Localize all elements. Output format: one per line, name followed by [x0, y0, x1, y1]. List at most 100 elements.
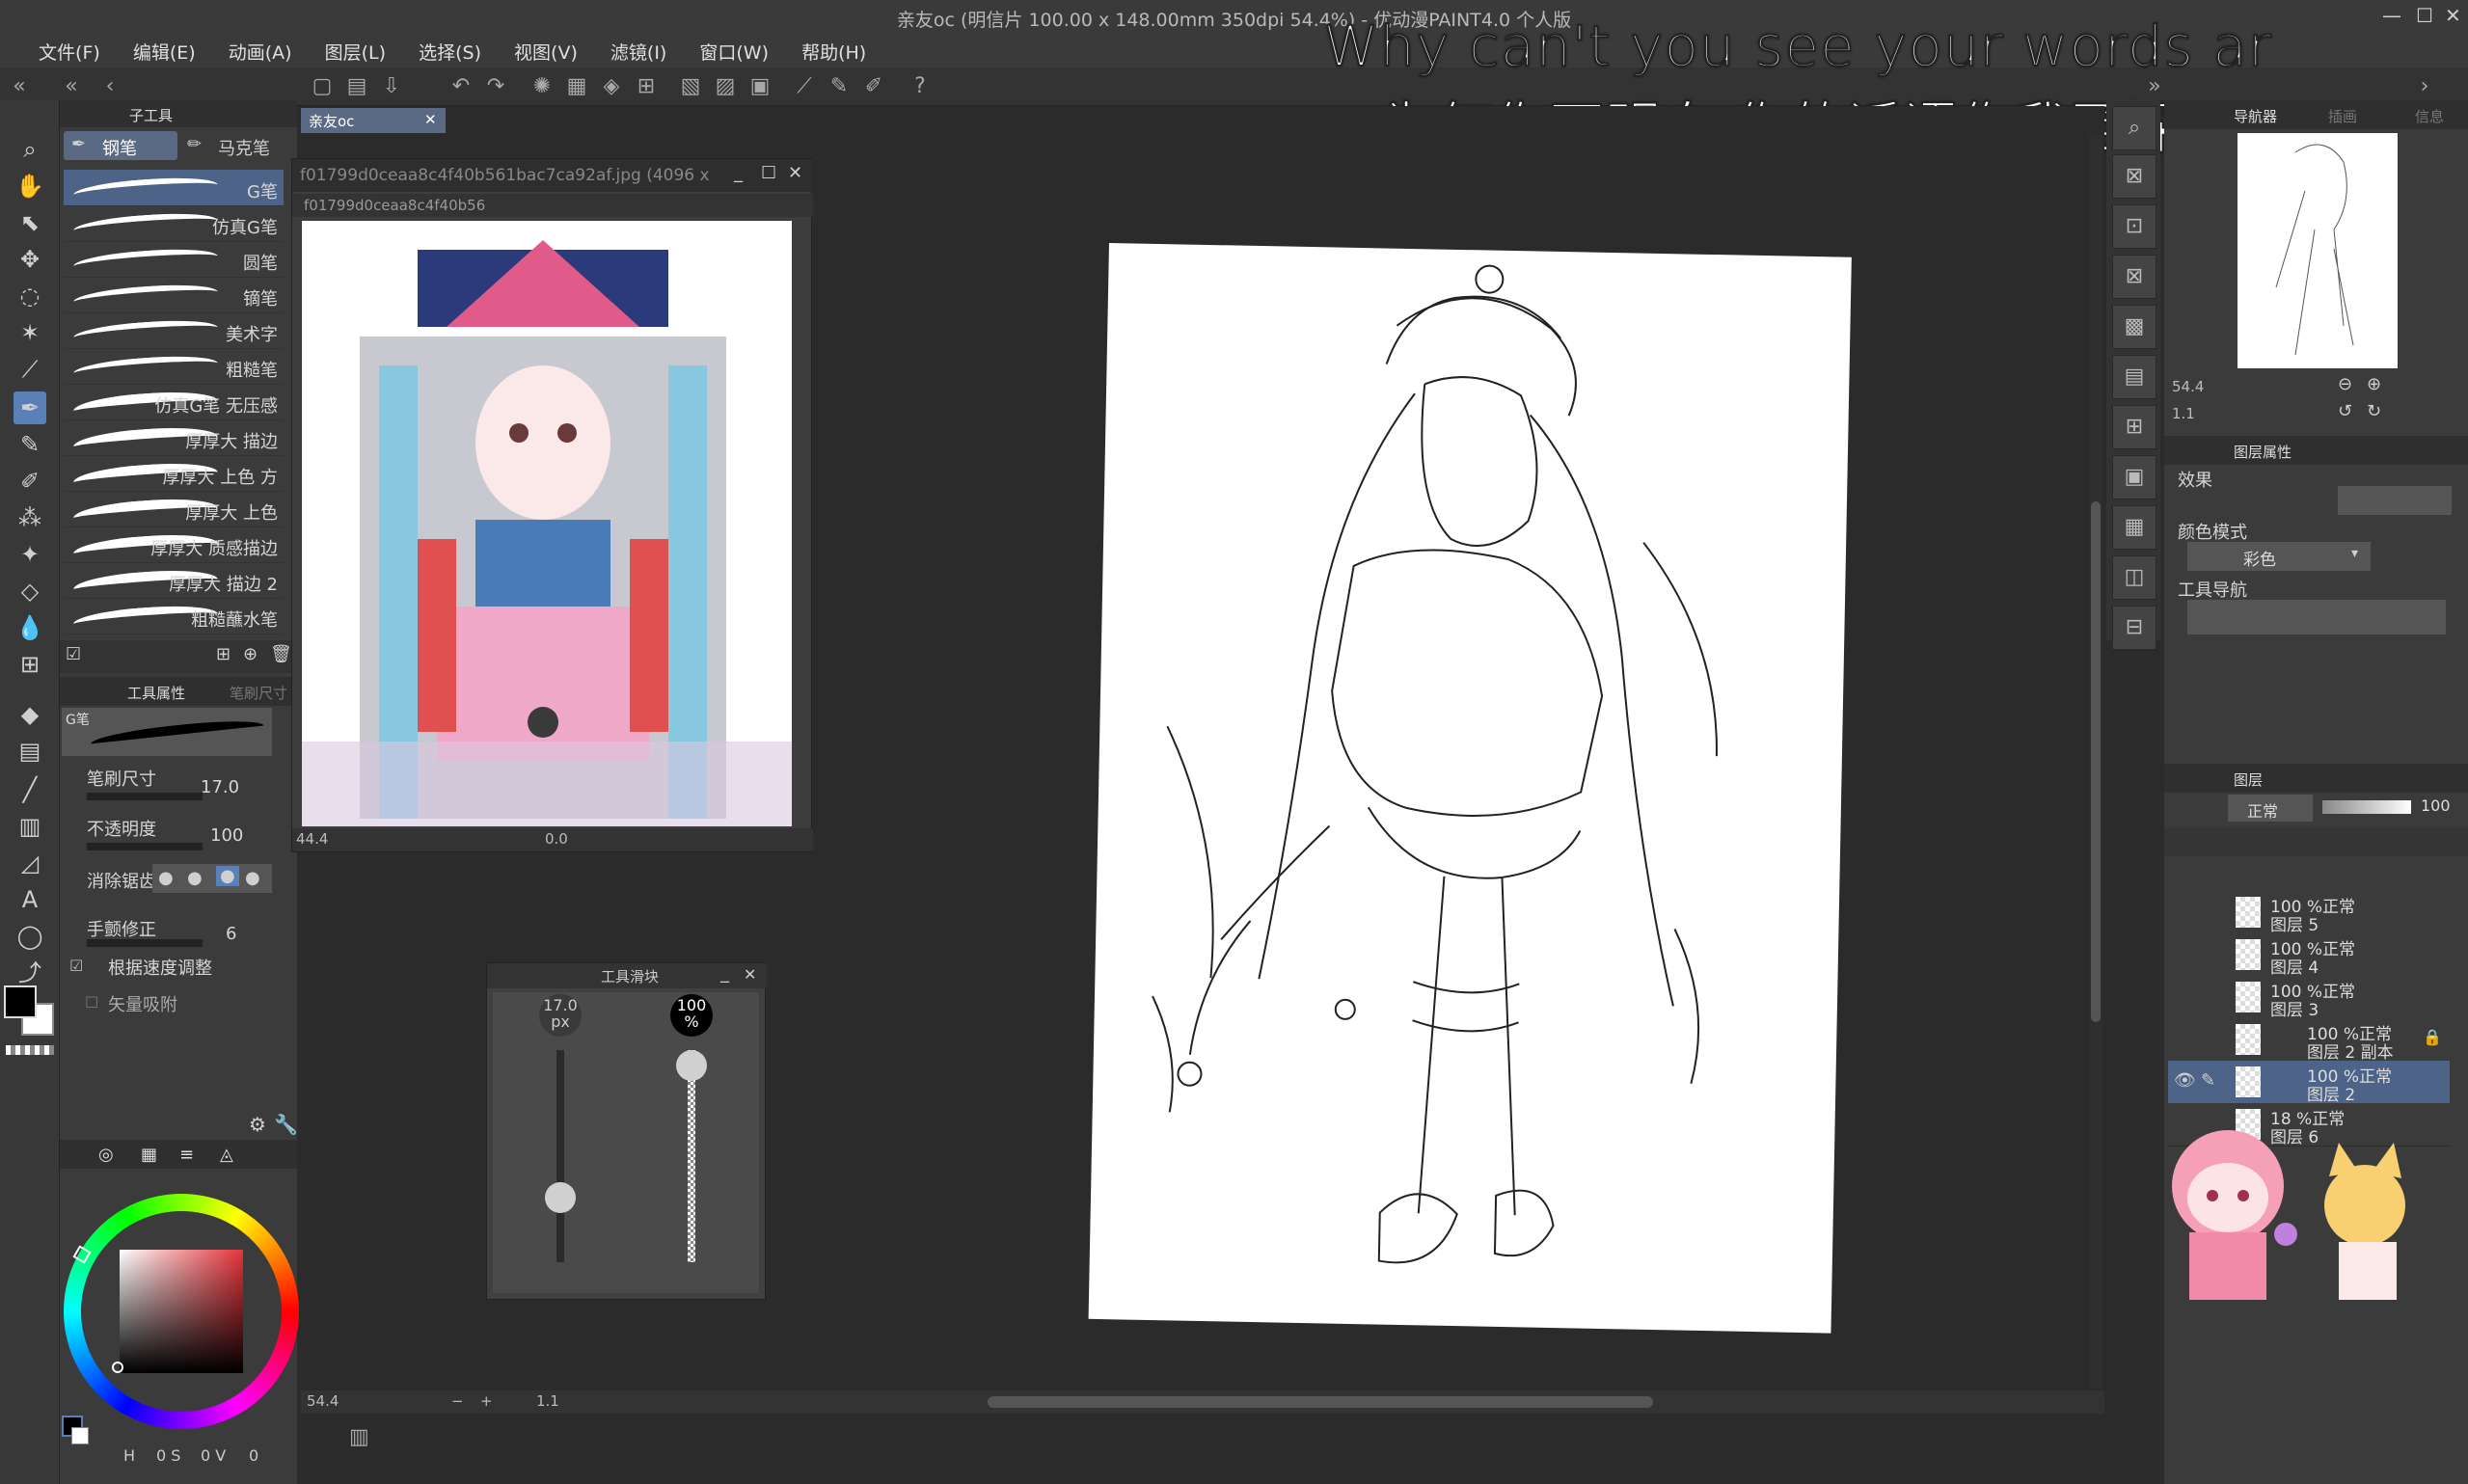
menu-animation[interactable]: 动画(A) [215, 35, 306, 65]
trash-icon[interactable]: 🗑 [270, 644, 292, 664]
clear-icon[interactable]: ▦ [563, 73, 590, 100]
open-folder-icon[interactable]: ▤ [343, 73, 370, 100]
sv-marker[interactable] [112, 1362, 123, 1373]
zoom-out-icon[interactable]: − [451, 1392, 464, 1410]
chevron-right-icon[interactable]: › [2411, 73, 2438, 100]
main-color-swatch[interactable] [4, 985, 37, 1018]
brush-item[interactable]: 仿真G笔 无压感 [64, 384, 284, 424]
history-tab-icon[interactable]: ◬ [220, 1145, 233, 1165]
gradient-icon[interactable]: ▤ [14, 735, 46, 768]
brush-size-value[interactable]: 17.0 [201, 777, 239, 797]
tab-layer-property[interactable]: 图层属性 [2234, 442, 2292, 462]
layer-row[interactable]: 100 %正常 图层 3 [2168, 976, 2450, 1020]
transform-icon[interactable]: ⊞ [633, 73, 660, 100]
add-subtool-icon[interactable]: ⊕ [243, 644, 258, 664]
sub-color-mini[interactable] [71, 1427, 89, 1444]
close-tab-icon[interactable]: ✕ [424, 111, 437, 128]
timeline-icon[interactable]: ▥ [349, 1425, 369, 1449]
tab-navigator[interactable]: 导航器 [2234, 106, 2277, 126]
color-set-tab-icon[interactable]: ▦ [141, 1145, 157, 1165]
search-icon[interactable]: ⌕ [2112, 106, 2156, 150]
opacity-slider[interactable] [87, 843, 203, 850]
redo-icon[interactable]: ↷ [482, 73, 509, 100]
close-button[interactable]: ✕ [2445, 4, 2461, 27]
tab-layers[interactable]: 图层 [2234, 769, 2263, 790]
layer-row[interactable]: 100 %正常 图层 5 [2168, 891, 2450, 935]
menu-edit[interactable]: 编辑(E) [120, 35, 209, 65]
eye-icon[interactable]: 👁 [2174, 1070, 2196, 1091]
wrench-icon[interactable]: 🔧 [274, 1113, 298, 1136]
brush-item[interactable]: 厚厚大 描边 2 [64, 562, 284, 603]
tab-tool-property[interactable]: 工具属性 [127, 683, 185, 703]
brush-item[interactable]: 圆笔 [64, 241, 284, 278]
help-icon[interactable]: ? [907, 73, 934, 100]
tab-info[interactable]: 信息 [2415, 106, 2444, 126]
move-tool-icon[interactable]: ✥ [14, 243, 46, 276]
color-mode-select[interactable]: 彩色 ▾ [2187, 542, 2371, 571]
brush-item[interactable]: 厚厚大 上色 [64, 491, 284, 531]
minimize-icon[interactable]: _ [720, 963, 729, 984]
correct-line-icon[interactable]: ⤴ [14, 957, 46, 989]
settings-icon[interactable]: ☑ [66, 644, 81, 664]
lock-icon[interactable]: 🔒 [2423, 1028, 2442, 1046]
settings-icon[interactable]: ⚙ [249, 1113, 266, 1136]
material-icon-4[interactable]: ▩ [2112, 305, 2156, 349]
navigator-zoom[interactable]: 54.4 [2172, 378, 2204, 395]
brush-item[interactable]: 粗糙蘸水笔 [64, 598, 284, 636]
color-square[interactable] [120, 1250, 243, 1373]
airbrush-icon[interactable]: ⁂ [14, 501, 46, 534]
vertical-scrollbar[interactable] [2091, 501, 2101, 1022]
layer-row-selected[interactable]: 👁 ✎ 100 %正常 图层 2 [2168, 1061, 2450, 1105]
document-tab[interactable]: 亲友oc ✕ [301, 108, 446, 133]
blend-tool-icon[interactable]: 💧 [14, 611, 46, 644]
menu-filter[interactable]: 滤镜(I) [597, 35, 680, 65]
menu-layer[interactable]: 图层(L) [312, 35, 399, 65]
text-tool-icon[interactable]: A [14, 883, 46, 916]
material-icon-5[interactable]: ▤ [2112, 355, 2156, 399]
tab-pen[interactable]: ✒ 钢笔 [64, 131, 177, 160]
balloon-tool-icon[interactable]: ◯ [14, 920, 46, 953]
close-icon[interactable]: ✕ [788, 163, 802, 183]
tab-illustration[interactable]: 插画 [2328, 106, 2357, 126]
antialias-selector[interactable]: ● ● ● ● [152, 864, 272, 893]
hand-tool-icon[interactable]: ✋ [14, 170, 46, 202]
collapse-left-icon[interactable]: « [6, 73, 33, 100]
brush-size-slider[interactable] [87, 793, 203, 800]
navigator-preview[interactable] [2237, 133, 2398, 368]
fill-icon[interactable]: ◈ [598, 73, 625, 100]
brush-item[interactable]: G笔 [64, 170, 284, 206]
layer-opacity-value[interactable]: 100 [2421, 796, 2451, 815]
canvas-angle[interactable]: 1.1 [536, 1392, 559, 1410]
material-icon-10[interactable]: ⊟ [2112, 606, 2156, 650]
blend-mode-select[interactable]: 正常 [2228, 795, 2313, 822]
copy-subtool-icon[interactable]: ⊞ [216, 644, 231, 664]
menu-select[interactable]: 选择(S) [405, 35, 495, 65]
brush-item[interactable]: 仿真G笔 [64, 205, 284, 242]
fill-tool-icon[interactable]: ◆ [14, 698, 46, 731]
ruler-icon[interactable]: ⟋ [791, 73, 818, 100]
zoom-tool-icon[interactable]: ⌕ [14, 133, 46, 166]
drawing-page[interactable] [1088, 243, 1852, 1334]
material-icon[interactable]: ⊠ [2112, 154, 2156, 199]
line-tool-icon[interactable]: ╱ [14, 773, 46, 806]
brush-item[interactable]: 厚厚大 质感描边 [64, 526, 284, 567]
minimize-button[interactable]: — [2382, 4, 2401, 27]
color-slider-tab-icon[interactable]: ≡ [179, 1145, 194, 1165]
reference-angle[interactable]: 0.0 [545, 830, 568, 848]
zoom-out-icon[interactable]: ⊖ [2338, 374, 2352, 394]
rotate-left-icon[interactable]: ↺ [2338, 401, 2352, 421]
new-file-icon[interactable]: ▢ [309, 73, 336, 100]
stabilization-slider[interactable] [87, 939, 203, 947]
opacity-slider-knob[interactable] [676, 1050, 707, 1081]
brush-item[interactable]: 厚厚大 上色 方 [64, 455, 284, 496]
tab-marker[interactable]: ✏ 马克笔 [179, 131, 293, 160]
frame-tool-icon[interactable]: ▥ [14, 810, 46, 843]
magic-wand-icon[interactable]: ✶ [14, 316, 46, 349]
material-icon-6[interactable]: ⊞ [2112, 405, 2156, 449]
horizontal-scrollbar[interactable] [988, 1396, 1653, 1408]
operation-tool-icon[interactable]: ⬉ [14, 206, 46, 239]
maximize-button[interactable]: ☐ [2416, 4, 2433, 27]
lasso-tool-icon[interactable]: ◌ [14, 280, 46, 312]
deselect-icon[interactable]: ▧ [677, 73, 704, 100]
tool-nav-buttons[interactable] [2187, 600, 2446, 634]
